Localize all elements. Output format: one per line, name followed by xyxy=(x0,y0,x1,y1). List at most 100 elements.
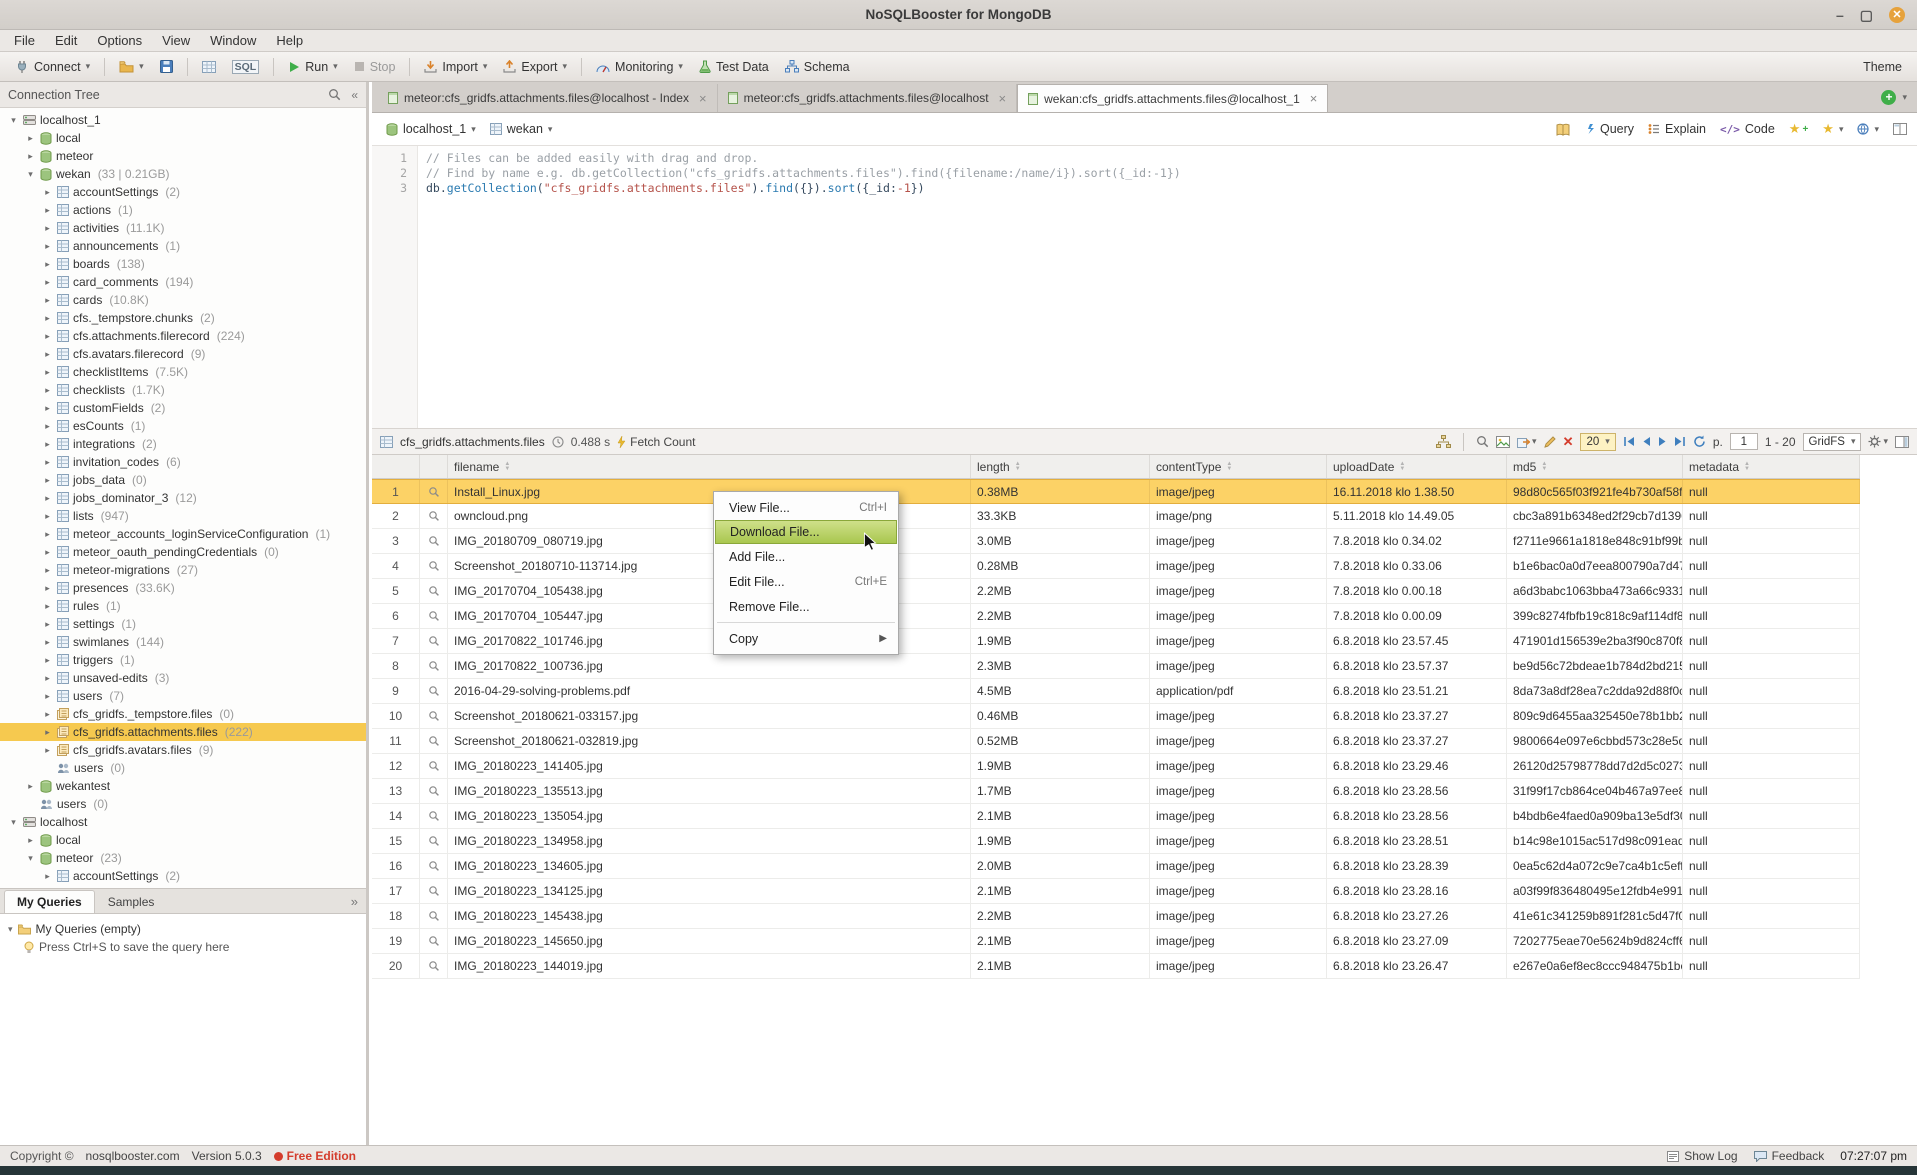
table-row[interactable]: 19IMG_20180223_145650.jpg2.1MBimage/jpeg… xyxy=(372,929,1860,954)
expander-icon[interactable]: ▸ xyxy=(42,403,53,414)
expander-icon[interactable]: ▸ xyxy=(42,223,53,234)
table-row[interactable]: 13IMG_20180223_135513.jpg1.7MBimage/jpeg… xyxy=(372,779,1860,804)
tree-item-actions[interactable]: ▸actions(1) xyxy=(0,201,366,219)
tree-item-boards[interactable]: ▸boards(138) xyxy=(0,255,366,273)
preview-file-icon[interactable] xyxy=(428,535,440,547)
tree-view-icon[interactable] xyxy=(1436,435,1451,448)
preview-file-icon[interactable] xyxy=(428,735,440,747)
prev-page-icon[interactable] xyxy=(1642,436,1651,447)
next-page-icon[interactable] xyxy=(1658,436,1667,447)
tab-close-icon[interactable]: × xyxy=(999,91,1007,106)
tree-item-wekan[interactable]: ▾wekan(33 | 0.21GB) xyxy=(0,165,366,183)
open-file-button[interactable]: ▾ xyxy=(112,57,151,76)
menu-window[interactable]: Window xyxy=(200,31,266,50)
minimize-icon[interactable]: – xyxy=(1836,8,1844,22)
table-row[interactable]: 17IMG_20180223_134125.jpg2.1MBimage/jpeg… xyxy=(372,879,1860,904)
table-row[interactable]: 6IMG_20170704_105447.jpg2.2MBimage/jpeg7… xyxy=(372,604,1860,629)
table-row[interactable]: 16IMG_20180223_134605.jpg2.0MBimage/jpeg… xyxy=(372,854,1860,879)
edition-badge[interactable]: Free Edition xyxy=(274,1149,356,1163)
tree-item-jobs_data[interactable]: ▸jobs_data(0) xyxy=(0,471,366,489)
expander-icon[interactable]: ▸ xyxy=(42,241,53,252)
search-results-icon[interactable] xyxy=(1476,435,1489,448)
expander-icon[interactable]: ▸ xyxy=(42,205,53,216)
header-filename[interactable]: filename▲▼ xyxy=(448,455,971,478)
expander-icon[interactable]: ▸ xyxy=(42,583,53,594)
database-selector[interactable]: localhost_1 ▾ xyxy=(382,120,480,138)
stop-button[interactable]: Stop xyxy=(347,57,403,77)
expander-icon[interactable]: ▾ xyxy=(8,817,19,828)
preview-file-icon[interactable] xyxy=(428,760,440,772)
expander-icon[interactable]: ▸ xyxy=(42,493,53,504)
expander-icon[interactable]: ▸ xyxy=(25,133,36,144)
tree-item-swimlanes[interactable]: ▸swimlanes(144) xyxy=(0,633,366,651)
table-row[interactable]: 2owncloud.png33.3KBimage/png5.11.2018 kl… xyxy=(372,504,1860,529)
preview-file-icon[interactable] xyxy=(428,960,440,972)
preview-file-icon[interactable] xyxy=(428,785,440,797)
tree-item-cfs_gridfs._tempstore.files[interactable]: ▸cfs_gridfs._tempstore.files(0) xyxy=(0,705,366,723)
my-queries-root[interactable]: ▾ My Queries (empty) xyxy=(8,920,358,938)
preview-file-icon[interactable] xyxy=(428,585,440,597)
expander-icon[interactable]: ▸ xyxy=(42,385,53,396)
sort-icon[interactable]: ▲▼ xyxy=(1399,462,1405,472)
expander-icon[interactable]: ▸ xyxy=(42,349,53,360)
site-link[interactable]: nosqlbooster.com xyxy=(86,1149,180,1163)
run-button[interactable]: Run▾ xyxy=(281,57,344,77)
expander-icon[interactable]: ▸ xyxy=(42,187,53,198)
tab-my-queries[interactable]: My Queries xyxy=(4,890,95,913)
expander-icon[interactable]: ▸ xyxy=(42,439,53,450)
sort-icon[interactable]: ▲▼ xyxy=(504,462,510,472)
tree-item-accountSettings[interactable]: ▸accountSettings(2) xyxy=(0,183,366,201)
preview-file-icon[interactable] xyxy=(428,910,440,922)
table-row[interactable]: 11Screenshot_20180621-032819.jpg0.52MBim… xyxy=(372,729,1860,754)
expander-icon[interactable]: ▸ xyxy=(25,835,36,846)
context-menu-item-remove-file[interactable]: Remove File... xyxy=(715,594,897,619)
collapse-panel-icon[interactable]: « xyxy=(351,88,358,102)
expander-icon[interactable]: ▾ xyxy=(8,115,19,126)
expander-icon[interactable]: ▸ xyxy=(42,295,53,306)
expander-icon[interactable]: ▸ xyxy=(42,457,53,468)
tree-item-card_comments[interactable]: ▸card_comments(194) xyxy=(0,273,366,291)
expander-icon[interactable]: ▸ xyxy=(42,511,53,522)
menu-help[interactable]: Help xyxy=(266,31,313,50)
show-log-button[interactable]: Show Log xyxy=(1667,1149,1737,1163)
preview-file-icon[interactable] xyxy=(428,510,440,522)
expander-icon[interactable]: ▸ xyxy=(42,547,53,558)
test-data-button[interactable]: Test Data xyxy=(692,57,776,77)
expander-icon[interactable]: ▸ xyxy=(42,475,53,486)
code-button[interactable]: </> Code xyxy=(1720,122,1775,136)
close-icon[interactable]: ✕ xyxy=(1889,7,1905,23)
tree-item-meteor[interactable]: ▸meteor xyxy=(0,147,366,165)
layout-icon[interactable] xyxy=(1893,123,1907,135)
tree-item-cfs_gridfs.attachments.files[interactable]: ▸cfs_gridfs.attachments.files(222) xyxy=(0,723,366,741)
preview-file-icon[interactable] xyxy=(428,835,440,847)
tab-close-icon[interactable]: × xyxy=(1310,91,1318,106)
tree-item-wekantest[interactable]: ▸wekantest xyxy=(0,777,366,795)
table-row[interactable]: 10Screenshot_20180621-033157.jpg0.46MBim… xyxy=(372,704,1860,729)
expander-icon[interactable]: ▸ xyxy=(42,673,53,684)
sort-icon[interactable]: ▲▼ xyxy=(1744,462,1750,472)
context-menu-item-copy[interactable]: Copy▶ xyxy=(715,626,897,651)
tree-item-checklists[interactable]: ▸checklists(1.7K) xyxy=(0,381,366,399)
edit-document-icon[interactable] xyxy=(1544,436,1556,448)
snippets-icon[interactable] xyxy=(1556,123,1570,136)
tree-item-meteor_accounts_loginServiceConfiguration[interactable]: ▸meteor_accounts_loginServiceConfigurati… xyxy=(0,525,366,543)
tree-item-cfs.avatars.filerecord[interactable]: ▸cfs.avatars.filerecord(9) xyxy=(0,345,366,363)
menu-file[interactable]: File xyxy=(4,31,45,50)
first-page-icon[interactable] xyxy=(1623,436,1635,447)
panel-layout-icon[interactable] xyxy=(1895,436,1909,448)
expander-icon[interactable]: ▸ xyxy=(42,727,53,738)
table-row[interactable]: 5IMG_20170704_105438.jpg2.2MBimage/jpeg7… xyxy=(372,579,1860,604)
maximize-icon[interactable]: ▢ xyxy=(1860,8,1873,22)
header-md5[interactable]: md5▲▼ xyxy=(1507,455,1683,478)
sort-icon[interactable]: ▲▼ xyxy=(1015,462,1021,472)
sort-icon[interactable]: ▲▼ xyxy=(1541,462,1547,472)
tree-item-cfs._tempstore.chunks[interactable]: ▸cfs._tempstore.chunks(2) xyxy=(0,309,366,327)
tree-item-customFields[interactable]: ▸customFields(2) xyxy=(0,399,366,417)
delete-document-icon[interactable]: ✕ xyxy=(1563,434,1574,450)
menu-view[interactable]: View xyxy=(152,31,200,50)
tree-item-integrations[interactable]: ▸integrations(2) xyxy=(0,435,366,453)
preview-file-icon[interactable] xyxy=(428,635,440,647)
table-row[interactable]: 18IMG_20180223_145438.jpg2.2MBimage/jpeg… xyxy=(372,904,1860,929)
expander-icon[interactable]: ▸ xyxy=(42,655,53,666)
expander-icon[interactable]: ▸ xyxy=(42,367,53,378)
